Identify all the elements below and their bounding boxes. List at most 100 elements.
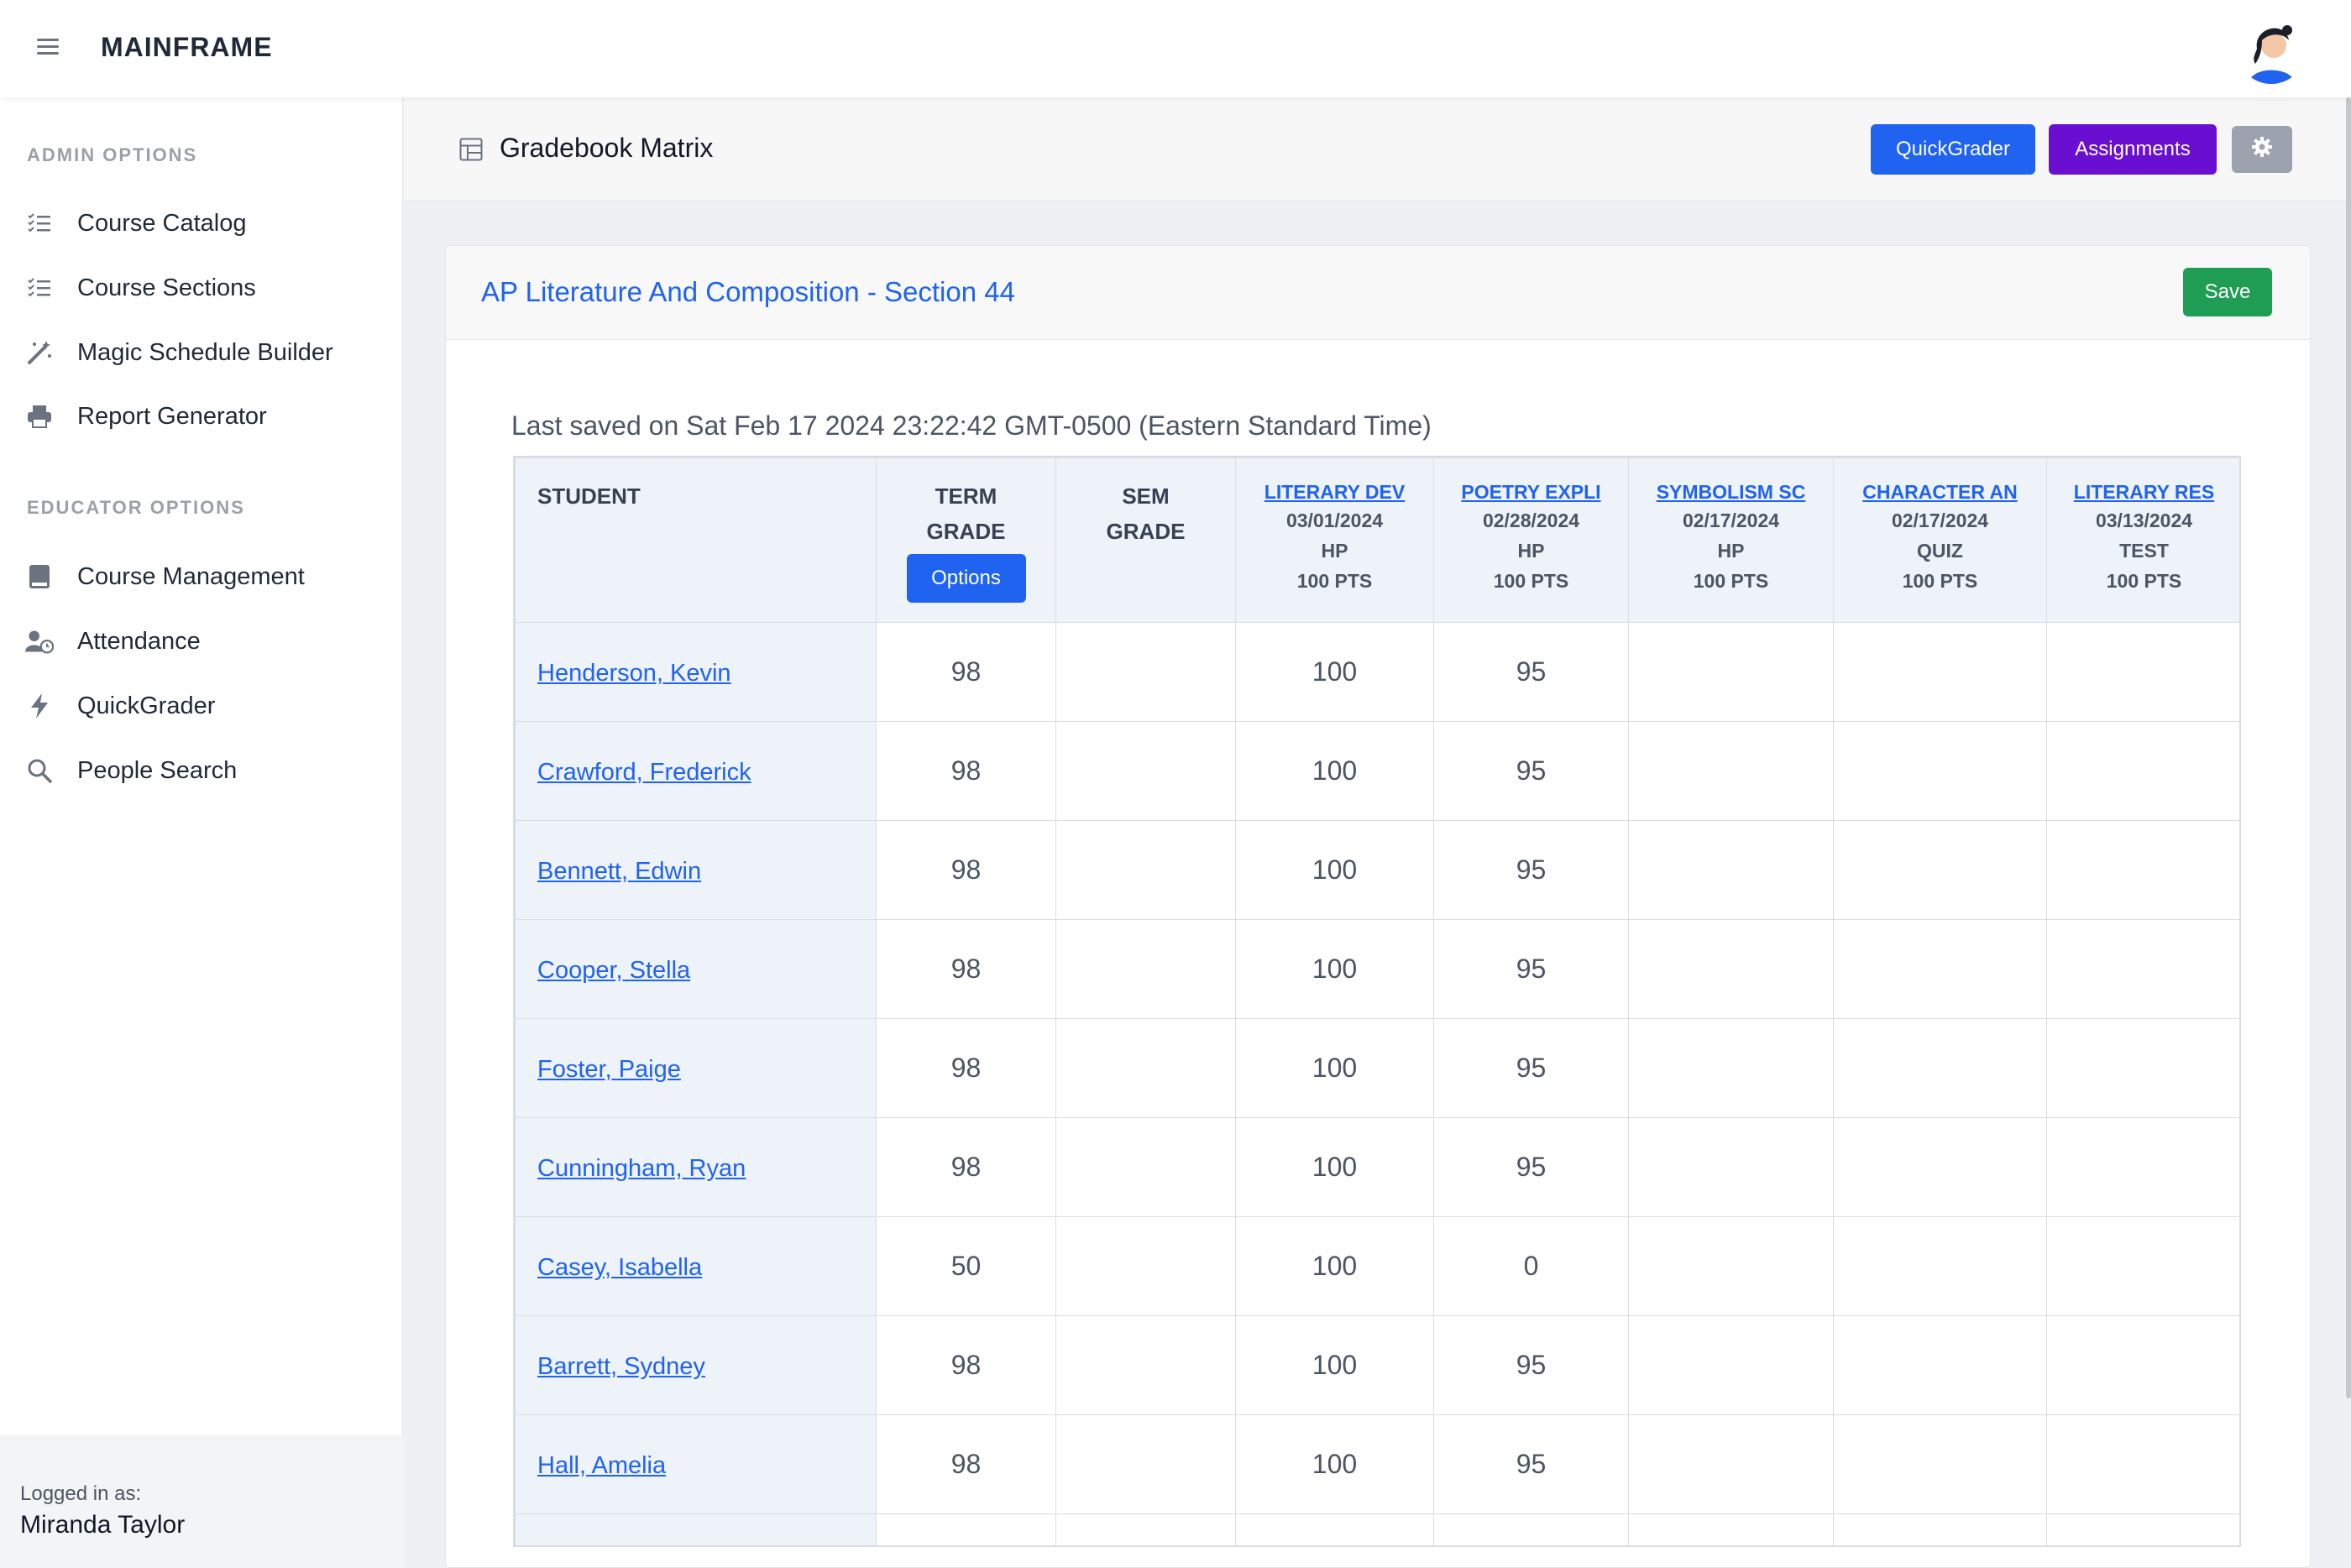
student-name-link[interactable]: Bennett, Edwin xyxy=(537,858,701,885)
assignment-column-header: LITERARY DEV 03/01/2024 HP 100 PTS xyxy=(1235,457,1434,623)
student-name-link[interactable]: Hall, Amelia xyxy=(537,1452,666,1479)
score-cell[interactable]: 0 xyxy=(1433,1216,1629,1316)
save-button[interactable]: Save xyxy=(2183,268,2272,316)
brand-logo[interactable]: MAINFRAME xyxy=(101,32,273,63)
score-cell[interactable] xyxy=(1628,820,1834,920)
score-cell[interactable] xyxy=(1833,622,2047,722)
score-cell[interactable] xyxy=(1833,1513,2047,1545)
student-name-link[interactable]: Casey, Isabella xyxy=(537,1254,702,1281)
gradebook-card: AP Literature And Composition - Section … xyxy=(445,245,2311,1568)
hamburger-icon[interactable] xyxy=(37,37,59,55)
score-cell[interactable] xyxy=(2046,1315,2239,1415)
sem-grade-cell xyxy=(1055,820,1236,920)
student-name-link[interactable]: Henderson, Kevin xyxy=(537,660,731,687)
sidebar-item-course-management[interactable]: Course Management xyxy=(25,556,386,598)
score-cell[interactable]: 95 xyxy=(1433,622,1629,722)
student-name-link[interactable]: Cunningham, Ryan xyxy=(537,1155,746,1182)
sem-grade-cell xyxy=(1055,1414,1236,1514)
score-cell[interactable]: 100 xyxy=(1235,721,1434,821)
sidebar-item-report-generator[interactable]: Report Generator xyxy=(25,395,386,437)
score-cell[interactable] xyxy=(1628,1117,1834,1217)
score-cell[interactable] xyxy=(1628,1315,1834,1415)
score-cell[interactable]: 95 xyxy=(1433,820,1629,920)
student-name-cell: Cunningham, Ryan xyxy=(515,1117,877,1217)
score-cell[interactable] xyxy=(1628,721,1834,821)
assignments-button[interactable]: Assignments xyxy=(2049,124,2217,175)
sidebar-item-magic-schedule-builder[interactable]: Magic Schedule Builder xyxy=(25,332,386,374)
table-row: Hall, Amelia 98 100 95 xyxy=(515,1414,2239,1514)
student-name-link[interactable]: Barrett, Sydney xyxy=(537,1353,705,1380)
sidebar-item-attendance[interactable]: Attendance xyxy=(25,620,386,662)
score-cell[interactable] xyxy=(1833,820,2047,920)
user-avatar[interactable] xyxy=(2237,15,2306,84)
score-cell[interactable]: 100 xyxy=(1235,1414,1434,1514)
score-cell[interactable] xyxy=(2046,820,2239,920)
score-cell[interactable] xyxy=(1433,1513,1629,1545)
score-cell[interactable] xyxy=(2046,919,2239,1019)
score-cell[interactable] xyxy=(1628,1216,1834,1316)
term-grade-options-button[interactable]: Options xyxy=(906,554,1026,603)
student-name-link[interactable]: Foster, Paige xyxy=(537,1056,681,1083)
settings-button[interactable] xyxy=(2232,126,2292,173)
score-cell[interactable] xyxy=(1833,1018,2047,1118)
score-cell[interactable]: 95 xyxy=(1433,721,1629,821)
score-cell[interactable] xyxy=(2046,622,2239,722)
score-cell[interactable] xyxy=(1628,1018,1834,1118)
assignment-link[interactable]: LITERARY DEV xyxy=(1236,478,1433,505)
assignment-link[interactable]: LITERARY RES xyxy=(2047,478,2239,505)
gradebook-table-container[interactable]: STUDENT TERM GRADE Options SEM GRADE LIT… xyxy=(513,456,2241,1547)
score-cell[interactable] xyxy=(1833,1414,2047,1514)
score-cell[interactable] xyxy=(1833,1216,2047,1316)
user-clock-icon xyxy=(25,627,54,656)
score-cell[interactable] xyxy=(2046,1216,2239,1316)
score-cell[interactable]: 100 xyxy=(1235,820,1434,920)
score-cell[interactable] xyxy=(1628,1414,1834,1514)
sidebar-item-course-catalog[interactable]: Course Catalog xyxy=(25,202,386,244)
score-cell[interactable]: 95 xyxy=(1433,919,1629,1019)
score-cell[interactable] xyxy=(2046,1018,2239,1118)
score-cell[interactable] xyxy=(2046,721,2239,821)
quickgrader-button[interactable]: QuickGrader xyxy=(1871,124,2035,175)
score-cell[interactable] xyxy=(1833,1117,2047,1217)
sidebar-item-quickgrader[interactable]: QuickGrader xyxy=(25,685,386,727)
book-icon xyxy=(25,562,54,591)
score-cell[interactable] xyxy=(1833,1315,2047,1415)
score-cell[interactable]: 95 xyxy=(1433,1315,1629,1415)
term-grade-cell: 98 xyxy=(876,1018,1056,1118)
score-cell[interactable] xyxy=(2046,1513,2239,1545)
score-cell[interactable]: 100 xyxy=(1235,622,1434,722)
score-cell[interactable]: 100 xyxy=(1235,1216,1434,1316)
sidebar-item-people-search[interactable]: People Search xyxy=(25,750,386,792)
score-cell[interactable]: 100 xyxy=(1235,1315,1434,1415)
score-cell[interactable] xyxy=(1833,919,2047,1019)
score-cell[interactable]: 95 xyxy=(1433,1117,1629,1217)
assignment-link[interactable]: POETRY EXPLI xyxy=(1434,478,1628,505)
score-cell[interactable] xyxy=(1833,721,2047,821)
logged-in-panel: Logged in as: Miranda Taylor xyxy=(0,1435,403,1568)
term-grade-cell: 98 xyxy=(876,820,1056,920)
course-section-title[interactable]: AP Literature And Composition - Section … xyxy=(481,276,1015,308)
assignment-column-header: POETRY EXPLI 02/28/2024 HP 100 PTS xyxy=(1433,457,1629,623)
score-cell[interactable] xyxy=(1235,1513,1434,1545)
student-column-header: STUDENT xyxy=(515,457,877,623)
score-cell[interactable] xyxy=(2046,1117,2239,1217)
score-cell[interactable] xyxy=(1628,622,1834,722)
student-name-cell: Casey, Isabella xyxy=(515,1216,877,1316)
student-name-link[interactable]: Crawford, Frederick xyxy=(537,759,751,786)
score-cell[interactable]: 100 xyxy=(1235,919,1434,1019)
score-cell[interactable]: 100 xyxy=(1235,1117,1434,1217)
assignment-link[interactable]: CHARACTER AN xyxy=(1834,478,2046,505)
student-name-link[interactable]: Cooper, Stella xyxy=(537,957,690,984)
last-saved-text: Last saved on Sat Feb 17 2024 23:22:42 G… xyxy=(511,410,1432,441)
score-cell[interactable]: 95 xyxy=(1433,1414,1629,1514)
score-cell[interactable]: 100 xyxy=(1235,1018,1434,1118)
score-cell[interactable] xyxy=(2046,1414,2239,1514)
page-scrollbar[interactable] xyxy=(2346,97,2351,1398)
score-cell[interactable] xyxy=(1628,919,1834,1019)
score-cell[interactable]: 95 xyxy=(1433,1018,1629,1118)
score-cell[interactable] xyxy=(1628,1513,1834,1545)
sidebar-item-label: Course Management xyxy=(77,562,305,590)
admin-options-heading: ADMIN OPTIONS xyxy=(27,144,198,165)
sidebar-item-course-sections[interactable]: Course Sections xyxy=(25,267,386,309)
assignment-link[interactable]: SYMBOLISM SC xyxy=(1629,478,1833,505)
